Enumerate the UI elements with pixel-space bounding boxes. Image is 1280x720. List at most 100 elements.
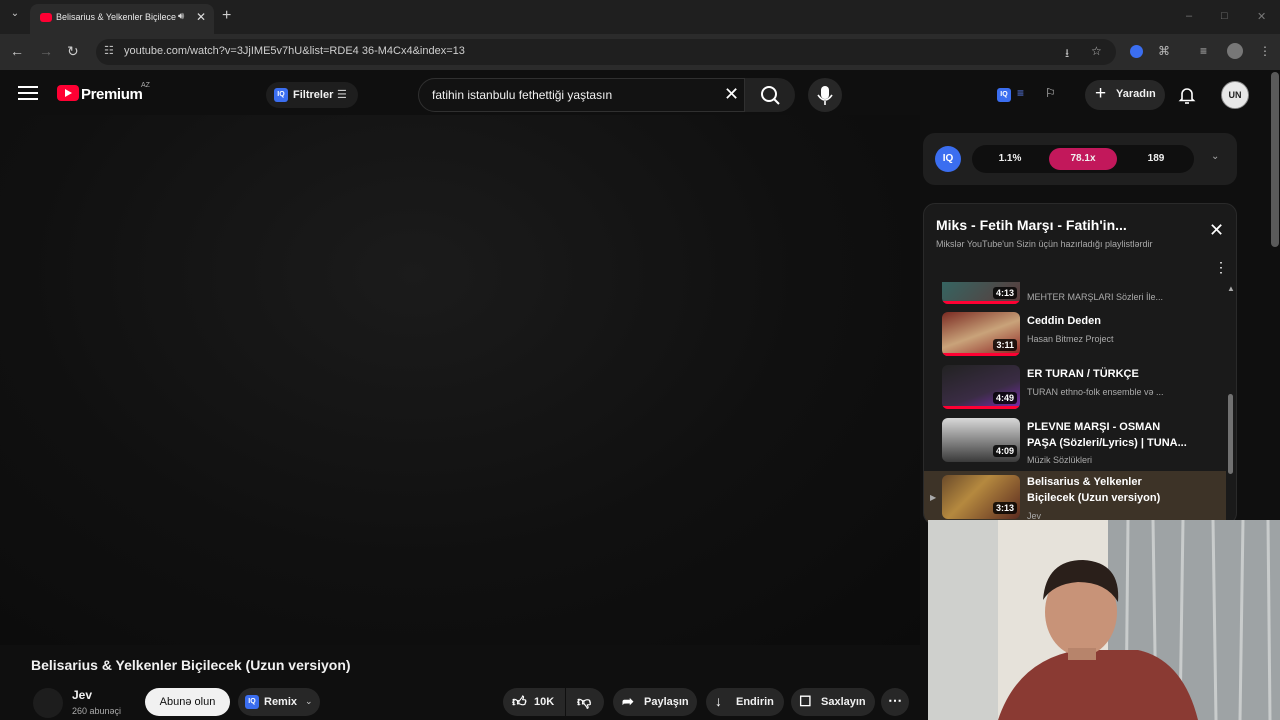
youtube-premium-label[interactable]: Premium [81,86,143,103]
iq-list-icon[interactable]: ≡ [1017,86,1024,100]
youtube-logo-icon[interactable] [57,85,79,101]
address-bar[interactable]: ☷ youtube.com/watch?v=3JjIME5v7hU&list=R… [96,39,1116,65]
playlist-item[interactable]: 4:49 ER TURAN / TÜRKÇE TURAN ethno-folk … [924,361,1226,413]
thumbs-up-icon: 👍︎ [512,693,527,709]
more-actions-button[interactable]: ⋯ [881,688,909,716]
tab-title: Belisarius & Yelkenler Biçilecek (U [56,12,176,22]
window-close-icon[interactable]: ✕ [1257,10,1266,23]
iq-multiplier-stat[interactable]: 78.1x [1049,148,1117,170]
iq-logo-icon[interactable]: IQ [935,146,961,172]
playlist-item[interactable]: 3:11 Ceddin Deden Hasan Bitmez Project [924,308,1226,360]
scroll-up-icon[interactable]: ▲ [1227,284,1235,293]
iq-count-stat[interactable]: 189 [1122,148,1190,170]
hamburger-menu-icon[interactable] [18,86,38,102]
account-avatar[interactable]: UN [1221,81,1249,109]
chevron-down-icon[interactable]: ⌄ [1211,151,1219,162]
url-text[interactable]: youtube.com/watch?v=3JjIME5v7hU&list=RDE… [124,45,465,57]
iq-percent-stat[interactable]: 1.1% [976,148,1044,170]
search-button[interactable] [745,78,795,112]
download-label: Endirin [736,696,774,708]
notifications-bell-icon[interactable] [1178,86,1196,109]
lightbulb-icon[interactable]: ⚐ [1045,86,1056,100]
media-control-icon[interactable]: ≡ [1200,44,1207,58]
iq-header-icon[interactable]: IQ [997,88,1011,102]
video-thumbnail: 3:11 [942,312,1020,356]
page-scrollbar[interactable] [1271,72,1279,247]
audio-playing-icon[interactable]: 🔊︎ [178,11,184,22]
more-vertical-icon[interactable]: ⋮ [1214,259,1228,276]
video-thumbnail: 4:09 [942,418,1020,462]
playlist-scrollbar[interactable] [1228,394,1233,474]
browser-tab-active[interactable]: Belisarius & Yelkenler Biçilecek (U 🔊︎ ✕ [30,4,214,34]
duration-label: 3:13 [992,502,1017,514]
save-button[interactable]: ☐ Saxlayın [791,688,875,716]
site-info-icon[interactable]: ☷ [104,44,114,57]
item-title: Ceddin Deden [1027,315,1101,327]
create-label: Yaradın [1116,88,1156,100]
playlist-items: 4:13 MEHTER MARŞLARI Sözleri İle... 3:11… [924,282,1226,524]
channel-avatar[interactable] [33,688,63,718]
clear-search-icon[interactable]: ✕ [724,84,739,105]
share-button[interactable]: ➦ Paylaşın [613,688,697,716]
playlist-item[interactable]: 4:13 MEHTER MARŞLARI Sözleri İle... [924,282,1226,308]
download-icon: ↓ [715,693,722,709]
share-label: Paylaşın [644,696,689,708]
youtube-favicon-icon [40,13,52,22]
remix-label: Remix [264,696,298,708]
share-arrow-icon: ➦ [622,693,634,709]
duration-label: 4:09 [992,445,1017,457]
video-player[interactable] [0,115,920,645]
voice-search-button[interactable] [808,78,842,112]
channel-label: Müzik Sözlükleri [1027,455,1093,465]
playlist-item-current[interactable]: ▶ 3:13 Belisarius & Yelkenler Biçilecek … [924,471,1226,524]
iq-icon: IQ [245,695,259,709]
iq-extension-icon[interactable] [1130,45,1143,58]
country-code: AZ [141,82,150,89]
playlist-title[interactable]: Miks - Fetih Marşı - Fatih'in... [936,217,1127,233]
channel-name[interactable]: Jev [72,688,92,702]
profile-avatar-icon[interactable] [1227,43,1243,59]
search-box[interactable] [418,78,745,112]
extensions-puzzle-icon[interactable]: ⌘ [1158,44,1170,58]
iq-stats-bar: IQ 1.1% 78.1x 189 ⌄ [923,133,1237,185]
browser-menu-icon[interactable]: ⋮ [1259,44,1271,58]
item-title: Belisarius & Yelkenler Biçilecek (Uzun v… [1027,476,1161,504]
subscriber-count: 260 abunəçi [72,706,122,716]
forward-icon[interactable]: → [39,43,53,59]
tab-close-icon[interactable]: ✕ [196,10,206,24]
download-button[interactable]: ↓ Endirin [706,688,784,716]
dislike-button[interactable]: 👎︎ [566,688,604,716]
duration-label: 4:13 [992,287,1017,299]
maximize-icon[interactable]: □ [1221,10,1228,22]
search-input[interactable] [430,87,724,103]
create-button[interactable]: + Yaradın [1085,80,1165,110]
now-playing-icon: ▶ [930,493,937,502]
filters-label: Filtreler [293,89,334,101]
like-button[interactable]: 👍︎ 10K [503,688,565,716]
install-app-icon[interactable]: ⭳ [1065,44,1069,65]
subscribe-button[interactable]: Abunə olun [145,688,230,716]
iq-icon: IQ [274,88,288,102]
video-thumbnail: 4:49 [942,365,1020,409]
reload-icon[interactable]: ↻ [67,43,79,60]
search-icon [761,86,780,105]
playlist-item[interactable]: 4:09 PLEVNE MARŞI - OSMAN PAŞA (Sözleri/… [924,414,1226,466]
bookmark-star-icon[interactable]: ☆ [1091,44,1102,58]
filters-button[interactable]: IQ Filtreler ☰ [266,82,358,108]
minimize-icon[interactable]: – [1186,10,1192,22]
new-tab-icon[interactable]: + [222,7,231,25]
video-title: Belisarius & Yelkenler Biçilecek (Uzun v… [31,657,351,673]
iq-stats-group: 1.1% 78.1x 189 [972,145,1194,173]
item-title: ER TURAN / TÜRKÇE [1027,368,1139,380]
remix-button[interactable]: IQ Remix ⌄ [238,688,320,716]
plus-icon: + [1095,83,1107,104]
webcam-person-image [928,520,1280,720]
tab-search-chevron-icon[interactable]: ⌄ [6,8,24,24]
playlist-panel: Miks - Fetih Marşı - Fatih'in... Mikslər… [923,203,1237,525]
like-count: 10K [534,696,555,708]
video-thumbnail: 3:13 [942,475,1020,519]
close-icon[interactable]: ✕ [1209,220,1224,241]
save-label: Saxlayın [821,696,866,708]
channel-label: Hasan Bitmez Project [1027,334,1114,344]
back-icon[interactable]: ← [10,43,24,59]
